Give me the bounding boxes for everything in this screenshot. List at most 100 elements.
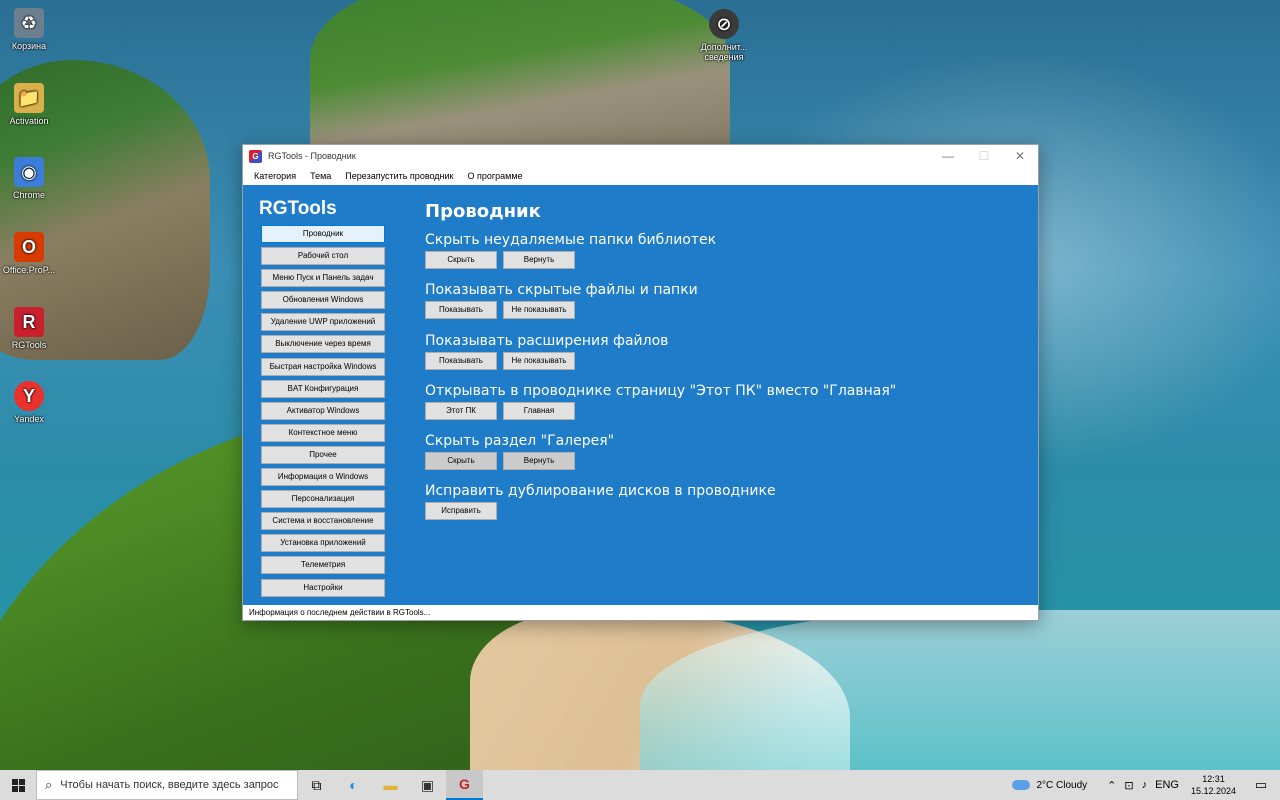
clock[interactable]: 12:31 15.12.2024 [1191, 773, 1236, 797]
nav-other[interactable]: Прочее [261, 445, 385, 464]
nav-activator[interactable]: Активатор Windows [261, 401, 385, 420]
setting-title: Скрыть раздел "Галерея" [425, 433, 615, 450]
file-explorer-icon[interactable]: ▬ [372, 770, 409, 800]
chrome-icon: ◉ [14, 157, 44, 187]
desktop-icon-rgtools[interactable]: R RGTools [0, 307, 61, 350]
info-widget-icon: ⊘ [709, 9, 739, 39]
menu-category[interactable]: Категория [247, 171, 303, 181]
nav-system-restore[interactable]: Система и восстановление [261, 512, 385, 531]
nav-explorer[interactable]: Проводник [261, 225, 385, 243]
setting-title: Показывать скрытые файлы и папки [425, 282, 698, 299]
nav-windows-info[interactable]: Информация о Windows [261, 468, 385, 487]
close-button[interactable]: ✕ [1002, 145, 1038, 167]
system-tray: 2°C Cloudy ⌃ ⊡ ♪ ENG 12:31 15.12.2024 ▭ [1012, 770, 1280, 800]
folder-icon: 📁 [14, 83, 44, 113]
nav-windows-updates[interactable]: Обновления Windows [261, 291, 385, 310]
setting-show-hidden-files: Показывать скрытые файлы и папки Показыв… [425, 282, 896, 332]
windows-logo-icon [11, 778, 25, 792]
edge-icon[interactable]: ◐ [335, 770, 372, 800]
window-title: RGTools - Проводник [268, 151, 356, 161]
minimize-button[interactable]: — [930, 145, 966, 167]
maximize-button[interactable]: ☐ [966, 145, 1002, 167]
desktop-icon-info[interactable]: ⊘ Дополнит... сведения [692, 9, 756, 62]
task-view-icon[interactable]: ⧉ [298, 770, 335, 800]
search-icon: ⌕ [45, 777, 53, 792]
clock-time: 12:31 [1202, 774, 1225, 784]
setting-show-extensions: Показывать расширения файлов Показывать … [425, 333, 896, 383]
nav-shutdown-timer[interactable]: Выключение через время [261, 335, 385, 354]
window-controls: — ☐ ✕ [930, 145, 1038, 167]
taskbar: ⌕ Чтобы начать поиск, введите здесь запр… [0, 770, 1280, 800]
desktop-icon-label: RGTools [11, 340, 47, 350]
nav-quick-setup[interactable]: Быстрая настройка Windows [261, 357, 385, 376]
hide-button[interactable]: Скрыть [425, 251, 497, 269]
rgtools-taskbar-icon[interactable]: G [446, 770, 483, 800]
store-icon[interactable]: ▣ [409, 770, 446, 800]
menu-bar: Категория Тема Перезапустить проводник О… [243, 167, 1038, 185]
fix-button[interactable]: Исправить [425, 502, 497, 521]
recycle-bin-icon: ♻ [14, 8, 44, 38]
setting-open-this-pc: Открывать в проводнике страницу "Этот ПК… [425, 383, 896, 433]
content-area: RGTools Проводник Рабочий стол Меню Пуск… [243, 185, 1038, 605]
restore-button[interactable]: Вернуть [503, 452, 575, 471]
menu-about[interactable]: О программе [461, 171, 530, 181]
nav-telemetry[interactable]: Телеметрия [261, 556, 385, 575]
setting-title: Показывать расширения файлов [425, 332, 669, 349]
office-icon: O [14, 232, 44, 262]
hide-button[interactable]: Скрыть [425, 452, 497, 471]
nav-desktop[interactable]: Рабочий стол [261, 247, 385, 266]
setting-hide-gallery: Скрыть раздел "Галерея" Скрыть Вернуть [425, 433, 896, 483]
home-button[interactable]: Главная [503, 401, 575, 420]
desktop-icon-label: Yandex [14, 414, 44, 424]
weather-text: 2°C Cloudy [1036, 779, 1088, 791]
menu-restart-explorer[interactable]: Перезапустить проводник [338, 171, 460, 181]
desktop-icon-activation[interactable]: 📁 Activation [0, 83, 61, 126]
language-indicator[interactable]: ENG [1155, 779, 1179, 791]
desktop-icon-label: Activation [9, 116, 49, 126]
nav-context-menu[interactable]: Контекстное меню [261, 423, 385, 442]
desktop-icon-office[interactable]: O Office.ProP... [0, 232, 61, 275]
start-button[interactable] [0, 770, 36, 800]
desktop-icon-recycle-bin[interactable]: ♻ Корзина [0, 8, 61, 51]
this-pc-button[interactable]: Этот ПК [425, 401, 497, 420]
menu-theme[interactable]: Тема [303, 171, 338, 181]
desktop-icon-label: Дополнит... сведения [700, 42, 748, 62]
restore-button[interactable]: Вернуть [503, 251, 575, 269]
dont-show-button[interactable]: Не показывать [503, 301, 575, 320]
taskbar-search[interactable]: ⌕ Чтобы начать поиск, введите здесь запр… [36, 770, 298, 800]
rgtools-app-icon: G [249, 149, 262, 163]
setting-title: Скрыть неудаляемые папки библиотек [425, 232, 717, 248]
weather-widget[interactable]: 2°C Cloudy [1012, 780, 1087, 791]
clock-date: 15.12.2024 [1190, 786, 1236, 796]
show-button[interactable]: Показывать [425, 301, 497, 320]
chevron-up-icon[interactable]: ⌃ [1107, 779, 1116, 792]
nav-start-taskbar[interactable]: Меню Пуск и Панель задач [261, 269, 385, 288]
app-brand: RGTools [259, 198, 337, 219]
desktop-icon-yandex[interactable]: Y Yandex [0, 381, 61, 424]
show-button[interactable]: Показывать [425, 351, 497, 370]
desktop-icon-label: Chrome [12, 190, 45, 200]
network-icon[interactable]: ⊡ [1124, 779, 1133, 792]
setting-title: Открывать в проводнике страницу "Этот ПК… [425, 382, 897, 399]
rgtools-icon: R [14, 307, 44, 337]
nav-personalization[interactable]: Персонализация [261, 490, 385, 509]
desktop-icon-label: Office.ProP... [2, 265, 56, 275]
nav-settings[interactable]: Настройки [261, 578, 385, 597]
volume-icon[interactable]: ♪ [1142, 779, 1148, 791]
rgtools-window: G RGTools - Проводник — ☐ ✕ Категория Те… [242, 144, 1039, 621]
page-title: Проводник [425, 201, 541, 222]
explorer-settings-panel: Проводник Скрыть неудаляемые папки библи… [425, 201, 896, 534]
status-bar: Информация о последнем действии в RGTool… [243, 605, 1038, 620]
nav-install-apps[interactable]: Установка приложений [261, 534, 385, 553]
nav-bat-config[interactable]: BAT Конфигурация [261, 379, 385, 398]
notification-icon[interactable]: ▭ [1250, 777, 1272, 793]
setting-title: Исправить дублирование дисков в проводни… [425, 483, 776, 500]
search-placeholder: Чтобы начать поиск, введите здесь запрос [60, 779, 279, 791]
title-bar[interactable]: G RGTools - Проводник — ☐ ✕ [243, 145, 1038, 167]
setting-hide-library-folders: Скрыть неудаляемые папки библиотек Скрыт… [425, 232, 896, 282]
desktop-icon-label: Корзина [11, 41, 47, 51]
dont-show-button[interactable]: Не показывать [503, 351, 575, 370]
nav-uwp-removal[interactable]: Удаление UWP приложений [261, 313, 385, 332]
setting-fix-duplicate-drives: Исправить дублирование дисков в проводни… [425, 483, 896, 533]
desktop-icon-chrome[interactable]: ◉ Chrome [0, 157, 61, 200]
